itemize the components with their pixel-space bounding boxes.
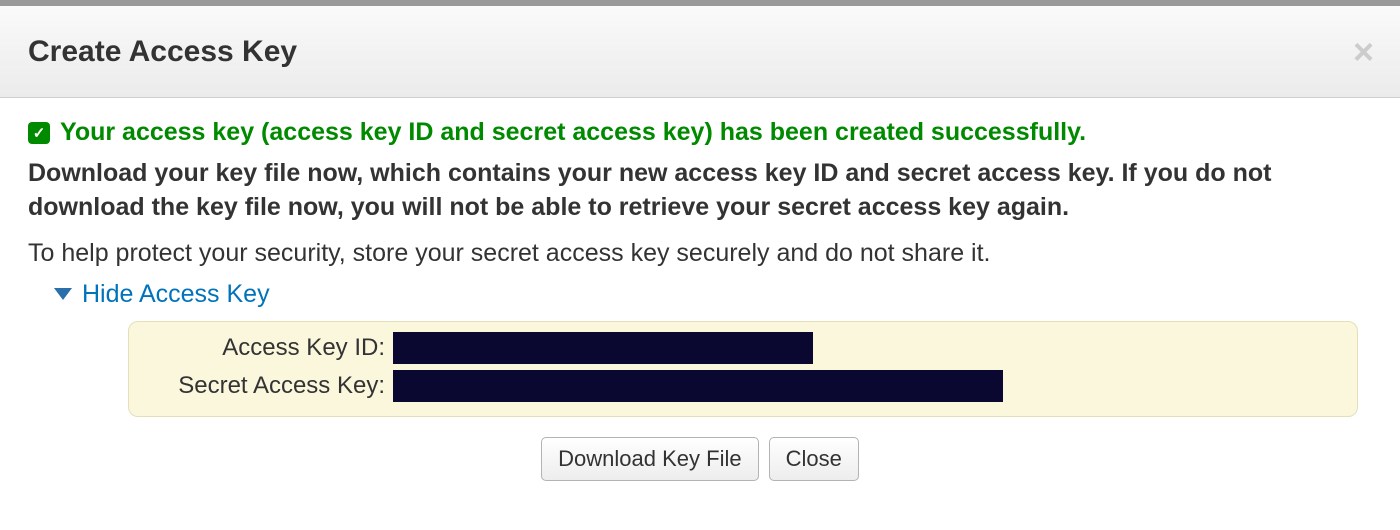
modal-title: Create Access Key <box>28 35 297 69</box>
download-warning-text: Download your key file now, which contai… <box>28 157 1372 225</box>
access-key-id-label: Access Key ID: <box>153 334 393 362</box>
hide-access-key-toggle[interactable]: Hide Access Key <box>28 280 1372 309</box>
close-button[interactable]: Close <box>769 437 859 481</box>
download-key-file-button[interactable]: Download Key File <box>541 437 758 481</box>
secret-access-key-row: Secret Access Key: <box>153 370 1333 402</box>
chevron-down-icon <box>54 288 72 300</box>
access-key-id-value <box>393 332 813 364</box>
toggle-label: Hide Access Key <box>82 280 270 309</box>
close-icon[interactable]: × <box>1353 34 1374 70</box>
success-message-text: Your access key (access key ID and secre… <box>60 118 1086 147</box>
security-info-text: To help protect your security, store you… <box>28 239 1372 268</box>
modal-body: ✓ Your access key (access key ID and sec… <box>0 98 1400 499</box>
check-icon: ✓ <box>28 122 50 144</box>
access-key-id-row: Access Key ID: <box>153 332 1333 364</box>
success-message-row: ✓ Your access key (access key ID and sec… <box>28 118 1372 147</box>
secret-access-key-label: Secret Access Key: <box>153 372 393 400</box>
secret-access-key-value <box>393 370 1003 402</box>
access-key-panel: Access Key ID: Secret Access Key: <box>128 321 1358 417</box>
modal-header: Create Access Key × <box>0 6 1400 98</box>
button-row: Download Key File Close <box>28 437 1372 481</box>
